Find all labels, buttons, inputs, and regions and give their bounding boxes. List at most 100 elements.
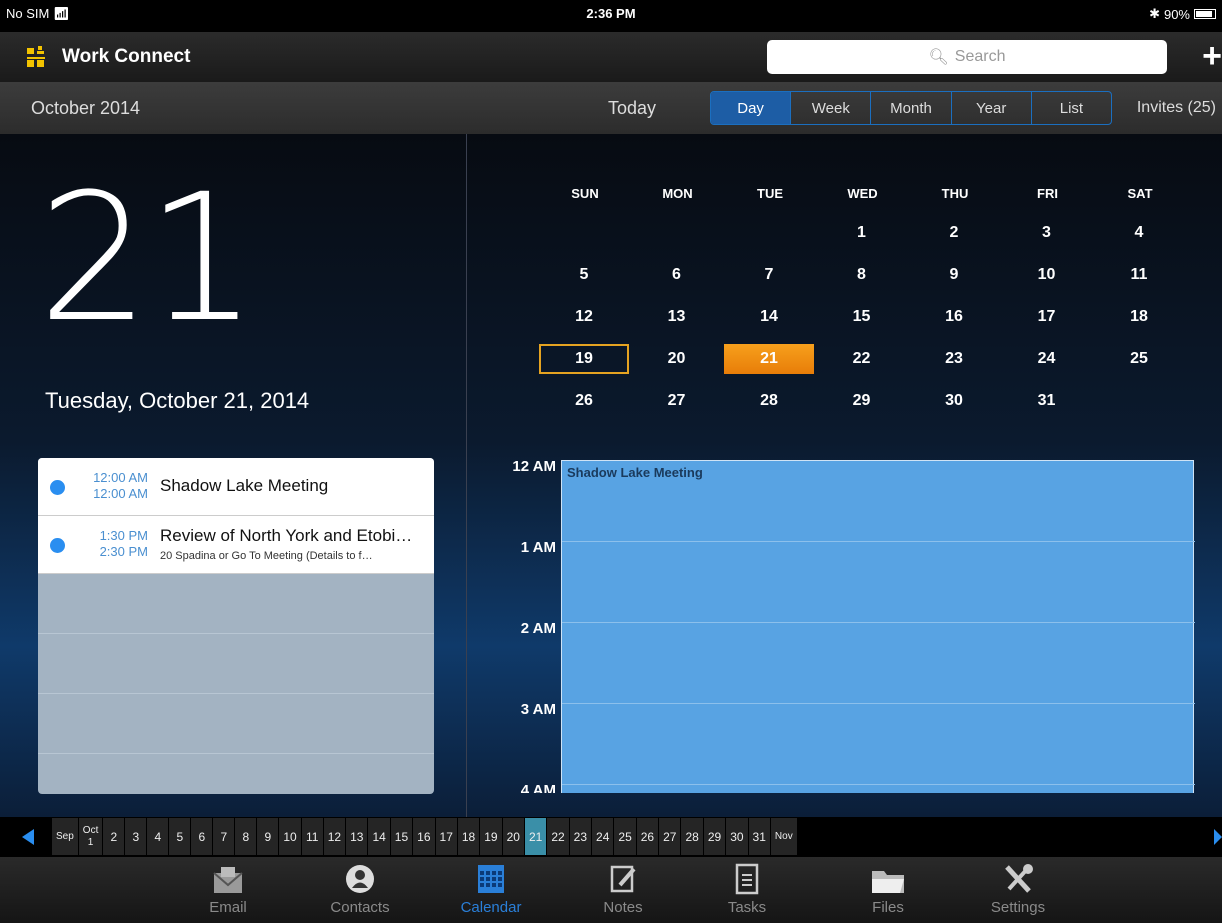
- date-strip-day[interactable]: 30: [726, 818, 749, 855]
- calendar-day-cell[interactable]: 6: [632, 260, 722, 290]
- date-strip-day[interactable]: 11: [301, 818, 324, 855]
- calendar-day-cell[interactable]: 5: [539, 260, 629, 290]
- calendar-day-cell[interactable]: 17: [1002, 302, 1092, 332]
- date-strip-day[interactable]: Oct 1: [78, 818, 104, 855]
- app-header: Work Connect 🔍︎ Search +: [0, 32, 1222, 82]
- calendar-day-cell[interactable]: 14: [724, 302, 814, 332]
- date-strip-day[interactable]: 4: [147, 818, 170, 855]
- calendar-day-cell[interactable]: 2: [909, 218, 999, 248]
- date-strip-day[interactable]: Sep: [52, 818, 79, 855]
- next-arrow-icon[interactable]: [1214, 829, 1222, 845]
- date-strip-day[interactable]: 20: [502, 818, 525, 855]
- calendar-day-cell[interactable]: 12: [539, 302, 629, 332]
- search-placeholder: Search: [954, 48, 1006, 65]
- date-strip-day[interactable]: 10: [279, 818, 302, 855]
- date-strip-day[interactable]: 9: [257, 818, 280, 855]
- tab-settings[interactable]: Settings: [968, 861, 1068, 916]
- calendar-day-cell[interactable]: 26: [539, 386, 629, 416]
- event-color-dot: [50, 538, 65, 553]
- view-list-button[interactable]: List: [1032, 92, 1111, 124]
- date-strip-day[interactable]: Nov: [770, 818, 798, 855]
- date-strip-day[interactable]: 6: [191, 818, 214, 855]
- tab-files[interactable]: Files: [838, 861, 938, 916]
- date-strip-day[interactable]: 27: [659, 818, 682, 855]
- checklist-icon: [729, 861, 765, 895]
- date-strip-day[interactable]: 8: [235, 818, 258, 855]
- date-strip-day[interactable]: 2: [103, 818, 126, 855]
- envelope-icon: [210, 861, 246, 895]
- calendar-day-cell[interactable]: 10: [1002, 260, 1092, 290]
- date-strip-day[interactable]: 17: [435, 818, 458, 855]
- calendar-day-cell[interactable]: 13: [632, 302, 722, 332]
- calendar-day-cell[interactable]: 28: [724, 386, 814, 416]
- calendar-content: 21 Tuesday, October 21, 2014 12:00 AM 12…: [0, 134, 1222, 817]
- view-day-button[interactable]: Day: [711, 92, 792, 124]
- date-strip-day[interactable]: 16: [413, 818, 436, 855]
- date-strip-day[interactable]: 19: [480, 818, 503, 855]
- search-input[interactable]: 🔍︎ Search: [767, 40, 1167, 74]
- date-strip-day[interactable]: 14: [368, 818, 391, 855]
- calendar-day-cell[interactable]: 20: [632, 344, 722, 374]
- calendar-day-cell[interactable]: 18: [1094, 302, 1184, 332]
- tab-email[interactable]: Email: [178, 861, 278, 916]
- tab-notes[interactable]: Notes: [573, 861, 673, 916]
- calendar-day-cell[interactable]: 22: [817, 344, 907, 374]
- date-strip-day[interactable]: 22: [547, 818, 570, 855]
- event-list-item[interactable]: 1:30 PM 2:30 PM Review of North York and…: [38, 516, 434, 574]
- date-strip-day[interactable]: 31: [748, 818, 771, 855]
- battery-status: ✱ 90%: [1149, 6, 1216, 22]
- view-year-button[interactable]: Year: [952, 92, 1032, 124]
- calendar-day-cell[interactable]: 27: [632, 386, 722, 416]
- calendar-day-cell[interactable]: 11: [1094, 260, 1184, 290]
- day-view: Shadow Lake Meeting 12 AM 1 AM 2 AM 3 AM 4 A…: [470, 458, 1222, 793]
- date-strip-day[interactable]: 29: [703, 818, 727, 855]
- calendar-day-cell[interactable]: 29: [817, 386, 907, 416]
- calendar-day-cell[interactable]: 9: [909, 260, 999, 290]
- calendar-day-cell[interactable]: 25: [1094, 344, 1184, 374]
- today-button[interactable]: Today: [608, 98, 656, 119]
- pane-divider: [466, 134, 467, 817]
- calendar-day-cell[interactable]: 4: [1094, 218, 1184, 248]
- calendar-day-cell[interactable]: 3: [1002, 218, 1092, 248]
- view-week-button[interactable]: Week: [791, 92, 872, 124]
- tab-contacts[interactable]: Contacts: [310, 861, 410, 916]
- bluetooth-icon: ✱: [1149, 6, 1160, 21]
- tab-calendar[interactable]: Calendar: [441, 861, 541, 916]
- date-strip-day[interactable]: 25: [614, 818, 637, 855]
- calendar-day-cell[interactable]: 21: [724, 344, 814, 374]
- date-strip-day[interactable]: 15: [390, 818, 414, 855]
- calendar-day-cell[interactable]: 31: [1002, 386, 1092, 416]
- date-strip-day[interactable]: 26: [636, 818, 660, 855]
- date-strip-day[interactable]: 23: [569, 818, 593, 855]
- tab-tasks[interactable]: Tasks: [697, 861, 797, 916]
- date-strip-day[interactable]: 13: [346, 818, 369, 855]
- date-strip-day[interactable]: 3: [125, 818, 148, 855]
- calendar-icon: [473, 861, 509, 895]
- calendar-day-cell[interactable]: 1: [817, 218, 907, 248]
- calendar-day-cell[interactable]: 15: [817, 302, 907, 332]
- calendar-day-cell[interactable]: 16: [909, 302, 999, 332]
- view-month-button[interactable]: Month: [871, 92, 952, 124]
- date-strip-day[interactable]: 28: [681, 818, 704, 855]
- date-strip-day[interactable]: 24: [592, 818, 615, 855]
- calendar-day-cell[interactable]: 30: [909, 386, 999, 416]
- date-strip-day[interactable]: 18: [457, 818, 481, 855]
- hour-label: 12 AM: [512, 458, 556, 475]
- calendar-day-cell[interactable]: 7: [724, 260, 814, 290]
- calendar-day-cell[interactable]: 23: [909, 344, 999, 374]
- calendar-day-cell[interactable]: 19: [539, 344, 629, 374]
- add-button[interactable]: +: [1196, 39, 1222, 73]
- clock: 2:36 PM: [586, 6, 636, 21]
- date-strip-day[interactable]: 21: [524, 818, 548, 855]
- event-list-item[interactable]: 12:00 AM 12:00 AM Shadow Lake Meeting: [38, 458, 434, 516]
- date-strip-day[interactable]: 12: [323, 818, 347, 855]
- previous-arrow-icon[interactable]: [22, 829, 34, 845]
- calendar-day-cell[interactable]: 8: [817, 260, 907, 290]
- calendar-day-cell[interactable]: 24: [1002, 344, 1092, 374]
- date-strip-day[interactable]: 5: [169, 818, 192, 855]
- invites-button[interactable]: Invites (25): [1137, 99, 1216, 117]
- hour-label: 2 AM: [520, 620, 556, 637]
- tab-label: Contacts: [330, 899, 390, 916]
- day-event-block[interactable]: Shadow Lake Meeting: [561, 460, 1195, 793]
- date-strip-day[interactable]: 7: [213, 818, 236, 855]
